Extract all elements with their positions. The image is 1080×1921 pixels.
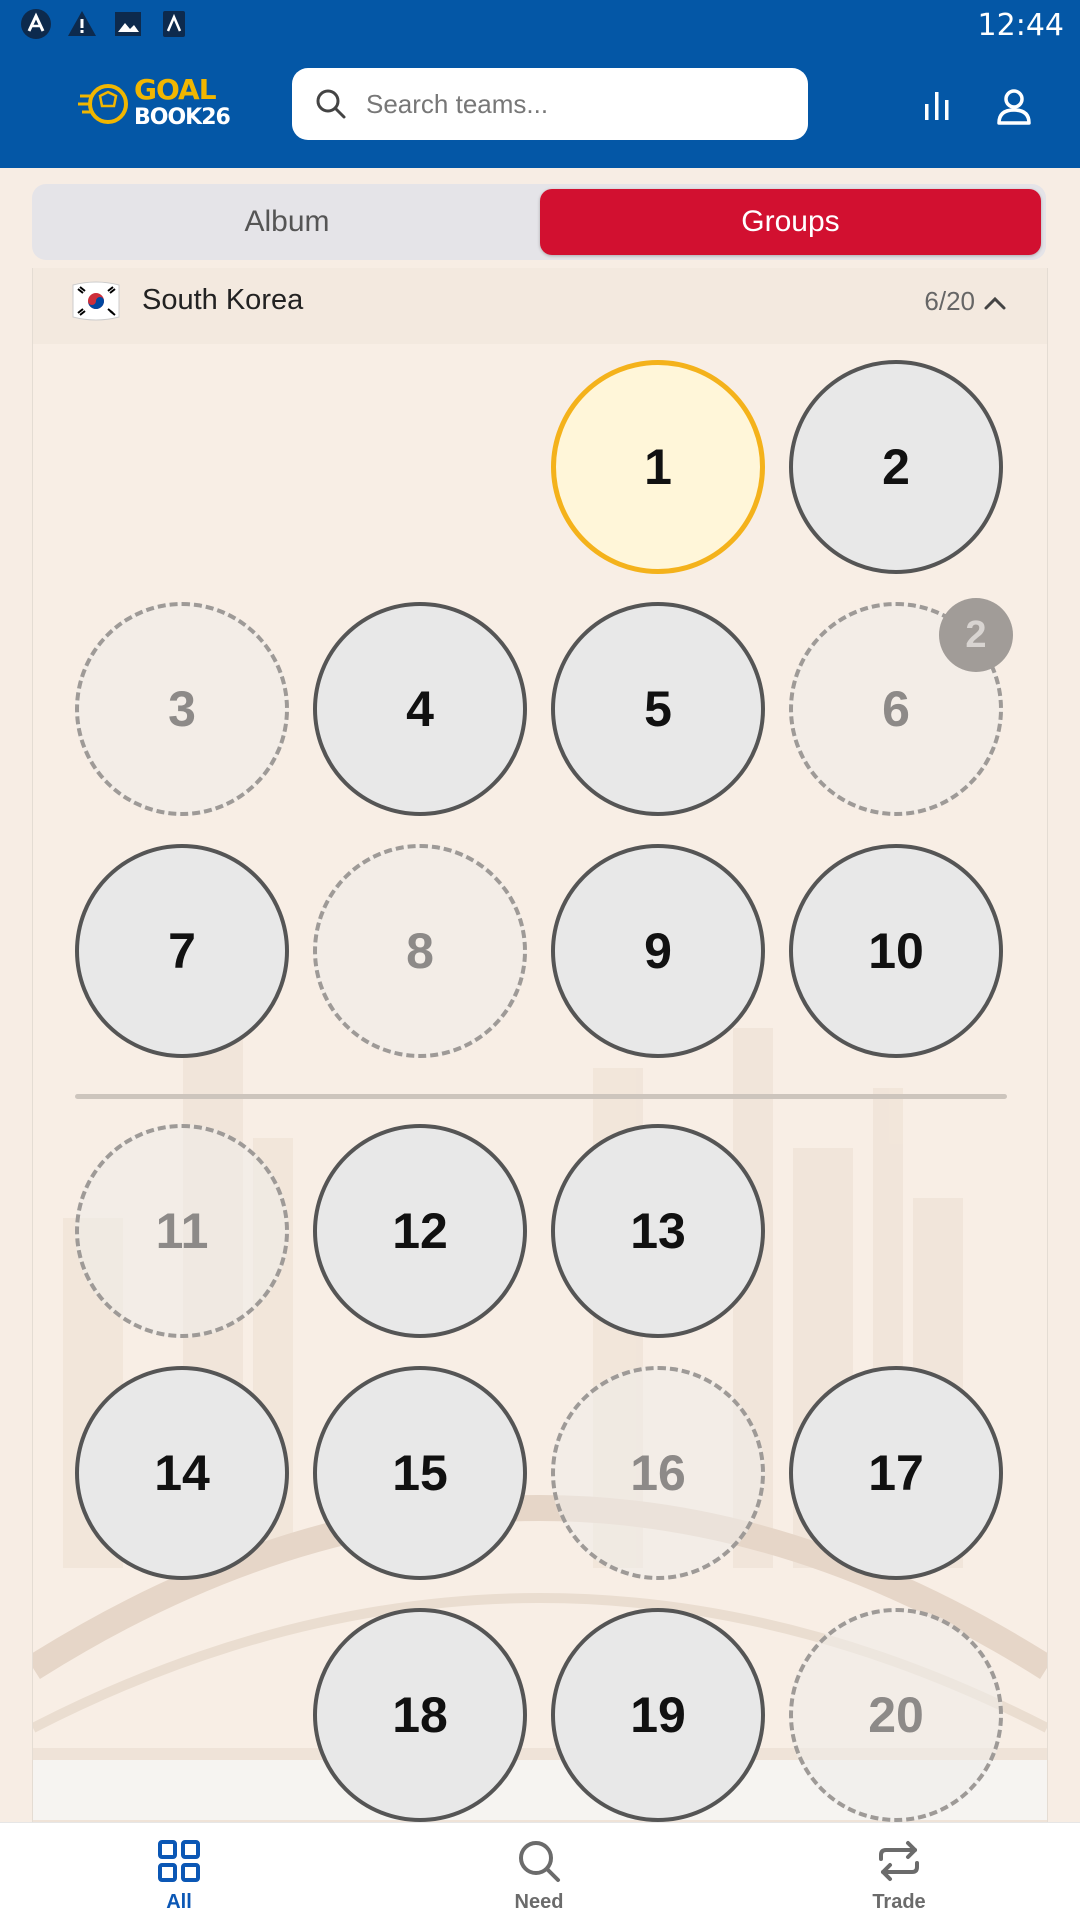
profile-button[interactable] bbox=[990, 82, 1038, 130]
sticker-11[interactable]: 11 bbox=[75, 1124, 289, 1338]
search-box[interactable] bbox=[292, 68, 808, 140]
sticker-14[interactable]: 14 bbox=[75, 1366, 289, 1580]
search-icon bbox=[519, 1841, 560, 1882]
sticker-12[interactable]: 12 bbox=[313, 1124, 527, 1338]
sticker-10[interactable]: 10 bbox=[789, 844, 1003, 1058]
sticker-3[interactable]: 3 bbox=[75, 602, 289, 816]
nav-item-trade[interactable]: Trade bbox=[799, 1823, 999, 1921]
sticker-section-divider bbox=[75, 1094, 1007, 1099]
app-header: GOAL BOOK26 bbox=[0, 48, 1080, 168]
south-korea-flag-icon bbox=[72, 281, 120, 321]
sticker-18[interactable]: 18 bbox=[313, 1608, 527, 1822]
bottom-nav: All Need Trade bbox=[0, 1822, 1080, 1921]
sticker-17[interactable]: 17 bbox=[789, 1366, 1003, 1580]
team-header[interactable]: South Korea 6/20 bbox=[33, 268, 1047, 344]
sticker-16[interactable]: 16 bbox=[551, 1366, 765, 1580]
sticker-13[interactable]: 13 bbox=[551, 1124, 765, 1338]
sticker-20[interactable]: 20 bbox=[789, 1608, 1003, 1822]
status-bar: 12:44 bbox=[0, 0, 1080, 48]
grid-icon bbox=[158, 1840, 200, 1882]
profile-icon bbox=[997, 89, 1031, 125]
team-panel: South Korea 6/20 1 2 3 4 5 6 2 7 8 9 10 11 12 13 14 15 1… bbox=[32, 268, 1048, 1920]
warning-icon bbox=[66, 8, 98, 40]
nav-item-need[interactable]: Need bbox=[439, 1823, 639, 1921]
logo-text: GOAL BOOK26 bbox=[134, 73, 231, 132]
stats-button[interactable] bbox=[913, 82, 961, 130]
sticker-1[interactable]: 1 bbox=[551, 360, 765, 574]
team-name: South Korea bbox=[142, 284, 304, 316]
sticker-15[interactable]: 15 bbox=[313, 1366, 527, 1580]
tab-album[interactable]: Album bbox=[37, 189, 537, 255]
logo-line1: GOAL bbox=[134, 73, 217, 106]
status-icons bbox=[20, 8, 190, 40]
tab-groups[interactable]: Groups bbox=[540, 189, 1041, 255]
logo-line2: BOOK26 bbox=[134, 105, 231, 130]
sticker-5[interactable]: 5 bbox=[551, 602, 765, 816]
search-icon bbox=[316, 89, 346, 119]
sticker-9[interactable]: 9 bbox=[551, 844, 765, 1058]
nav-label-need: Need bbox=[514, 1891, 564, 1913]
team-progress-count: 6/20 bbox=[924, 286, 975, 316]
image-icon bbox=[112, 8, 144, 40]
sticker-7[interactable]: 7 bbox=[75, 844, 289, 1058]
trade-arrows-icon bbox=[879, 1841, 919, 1881]
stats-icon bbox=[925, 92, 949, 120]
status-time: 12:44 bbox=[977, 8, 1064, 43]
view-tabs: Album Groups bbox=[32, 184, 1046, 260]
nav-item-all[interactable]: All bbox=[79, 1823, 279, 1921]
search-input[interactable] bbox=[364, 87, 788, 121]
app-icon bbox=[158, 8, 190, 40]
chevron-up-icon[interactable] bbox=[981, 290, 1009, 318]
nav-label-trade: Trade bbox=[872, 1891, 926, 1913]
sticker-4[interactable]: 4 bbox=[313, 602, 527, 816]
app-notification-icon bbox=[20, 8, 52, 40]
sticker-19[interactable]: 19 bbox=[551, 1608, 765, 1822]
sticker-2[interactable]: 2 bbox=[789, 360, 1003, 574]
duplicate-count-badge: 2 bbox=[939, 598, 1013, 672]
app-logo[interactable]: GOAL BOOK26 bbox=[78, 73, 231, 138]
sticker-8[interactable]: 8 bbox=[313, 844, 527, 1058]
nav-label-all: All bbox=[166, 1891, 192, 1913]
